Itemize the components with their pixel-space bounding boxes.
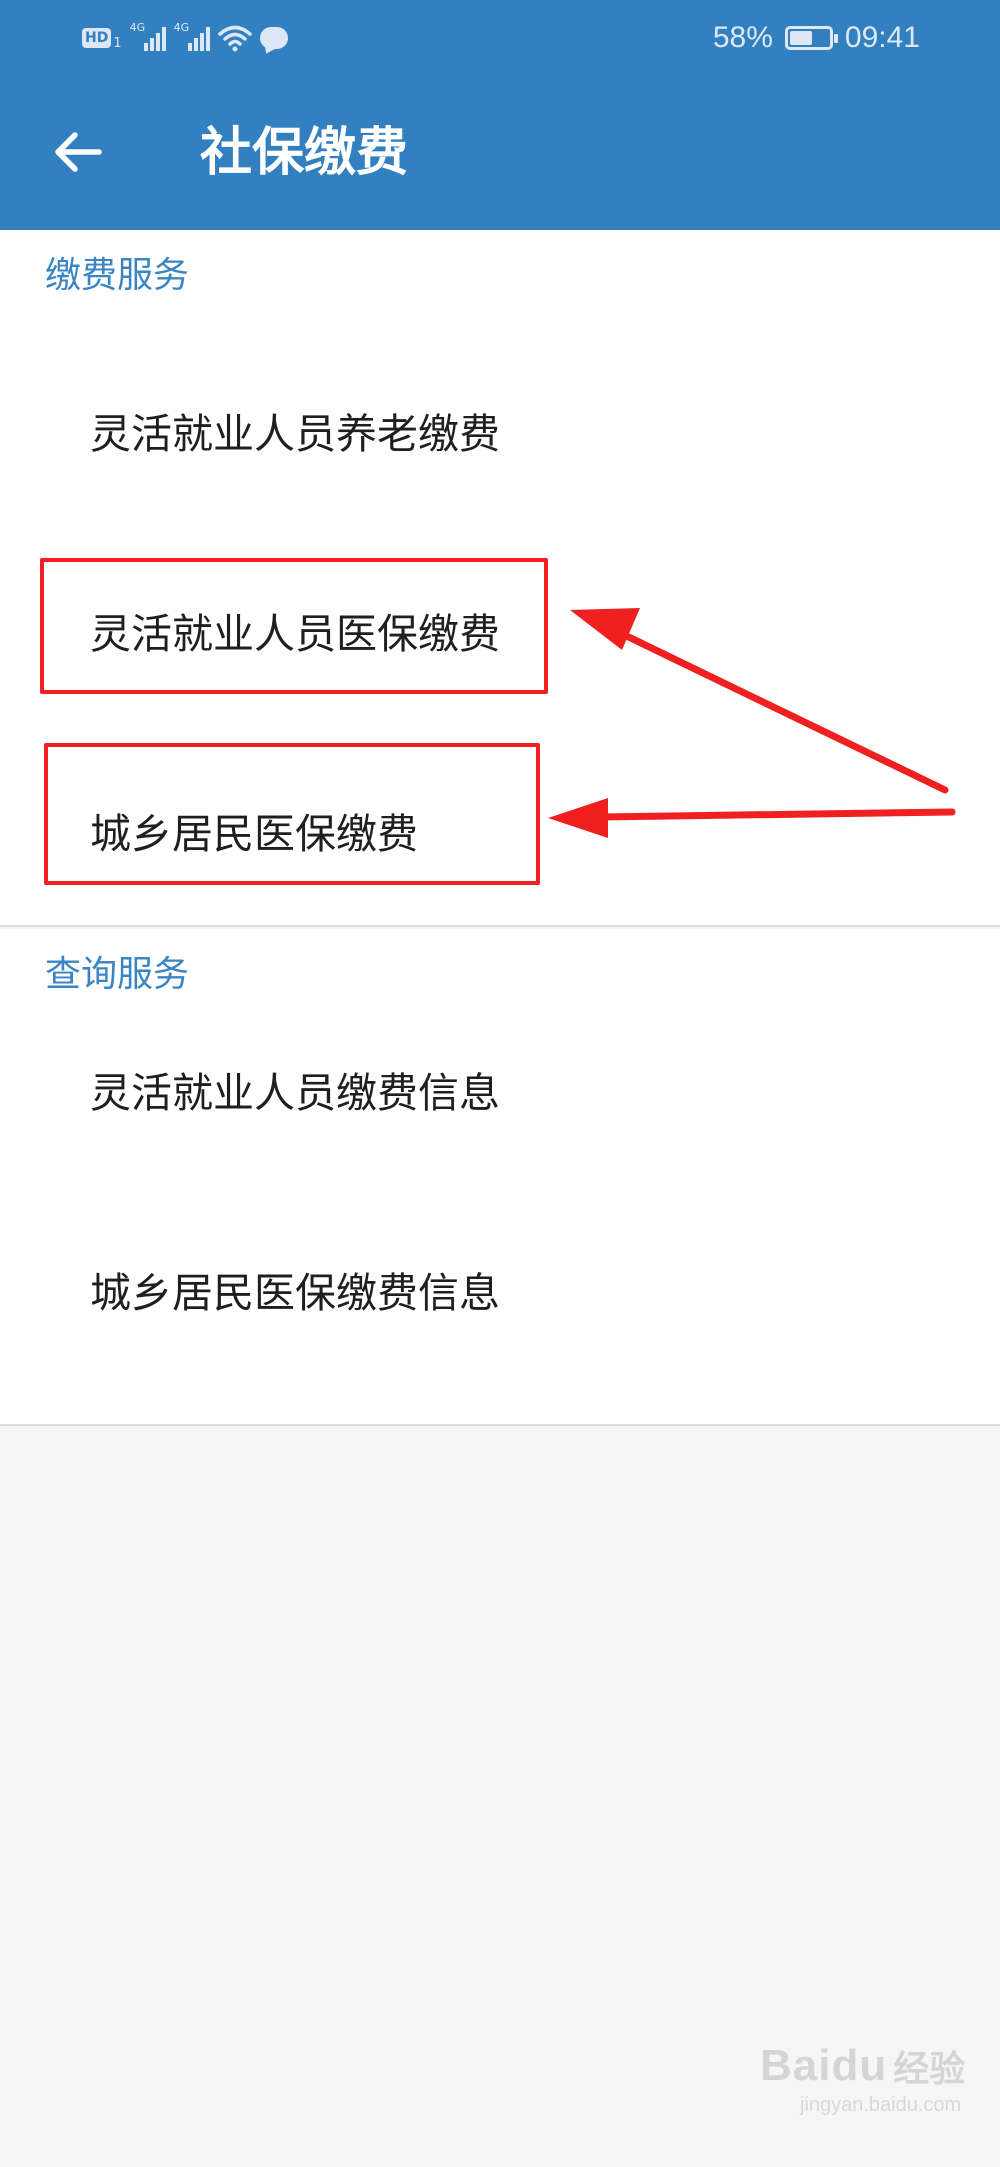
menu-item-flexible-medical-payment[interactable]: 灵活就业人员医保缴费 <box>0 570 1000 690</box>
watermark-logo: Baidu <box>760 2041 888 2090</box>
signal-type-label: 4G <box>129 21 146 34</box>
battery-percent: 58% <box>712 21 773 54</box>
section-header-query: 查询服务 <box>45 954 190 995</box>
app-header: HD 1 4G 4G 58% 09:41 社保缴费 <box>0 0 1000 230</box>
signal-icon: 4G <box>130 21 166 51</box>
menu-item-resident-medical-payment[interactable]: 城乡居民医保缴费 <box>0 770 1000 890</box>
arrow-left-icon <box>55 132 102 172</box>
phone-screen: HD 1 4G 4G 58% 09:41 社保缴费 缴费服务 灵活就业人员养老缴… <box>0 0 1000 2167</box>
signal-type-label: 4G <box>173 21 190 34</box>
menu-item-resident-medical-payment-info[interactable]: 城乡居民医保缴费信息 <box>0 1229 1000 1349</box>
signal-icon: 4G <box>174 21 210 51</box>
back-button[interactable] <box>48 122 108 182</box>
status-time: 09:41 <box>844 21 920 54</box>
wifi-icon <box>217 25 252 52</box>
sim-number: 1 <box>113 35 122 51</box>
query-services-section: 查询服务 灵活就业人员缴费信息 城乡居民医保缴费信息 <box>0 929 1000 1426</box>
payment-services-section: 缴费服务 灵活就业人员养老缴费 灵活就业人员医保缴费 城乡居民医保缴费 <box>0 230 1000 927</box>
status-bar-right: 58% 09:41 <box>713 18 920 58</box>
watermark-text: 经验 <box>893 2048 966 2089</box>
page-title: 社保缴费 <box>200 123 409 183</box>
message-icon <box>259 27 288 49</box>
menu-item-flexible-pension-payment[interactable]: 灵活就业人员养老缴费 <box>0 370 1000 490</box>
battery-icon <box>784 26 838 50</box>
hd-icon: HD <box>82 28 112 48</box>
menu-item-flexible-payment-info[interactable]: 灵活就业人员缴费信息 <box>0 1029 1000 1149</box>
battery-level-fill <box>789 31 812 45</box>
watermark-url: jingyan.baidu.com <box>800 2094 962 2116</box>
baidu-jingyan-watermark: Baidu 经验 jingyan.baidu.com <box>760 2040 966 2116</box>
section-header-payment: 缴费服务 <box>45 255 190 296</box>
status-bar-left: HD 1 4G 4G <box>82 20 288 56</box>
